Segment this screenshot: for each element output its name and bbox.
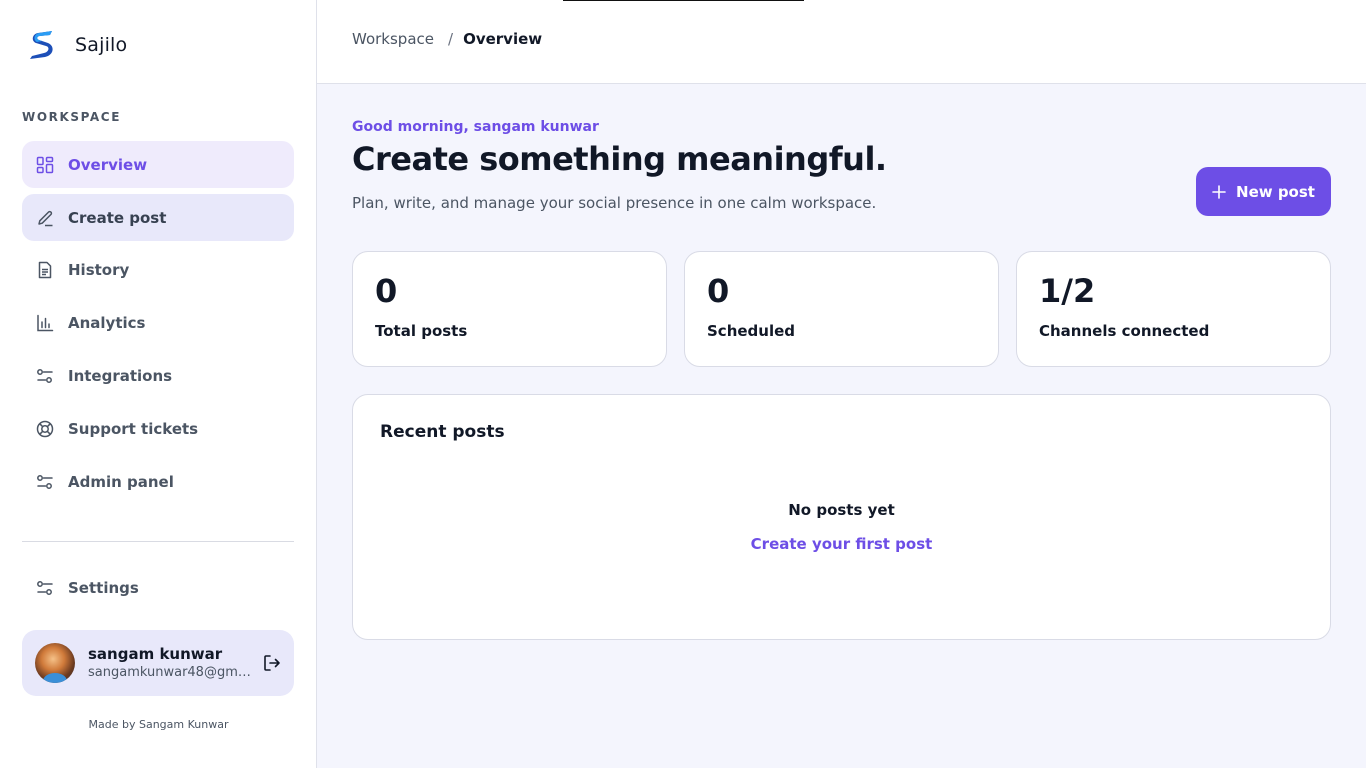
document-icon [38, 261, 52, 278]
stat-label: Channels connected [1039, 322, 1210, 340]
user-card[interactable]: sangam kunwar sangamkunwar48@gma... [22, 630, 294, 696]
sidebar-item-label: Settings [68, 578, 139, 597]
user-info: sangam kunwar sangamkunwar48@gma... [88, 644, 258, 682]
page-subtitle: Plan, write, and manage your social pres… [352, 194, 877, 212]
bar-chart-icon [37, 314, 54, 331]
logout-icon[interactable] [262, 653, 282, 673]
page-title: Create something meaningful. [352, 140, 887, 178]
sliders-icon [37, 580, 53, 595]
stat-value: 1/2 [1039, 272, 1096, 310]
sidebar-item-label: Admin panel [68, 472, 174, 491]
sidebar-item-label: Support tickets [68, 419, 199, 438]
empty-state-title: No posts yet [788, 501, 895, 519]
sidebar-item-label: History [68, 260, 130, 279]
sidebar-item-integrations[interactable]: Integrations [22, 352, 294, 399]
stat-value: 0 [375, 272, 398, 310]
avatar [35, 643, 75, 683]
sidebar-item-label: Overview [68, 155, 148, 174]
topbar: Workspace / Overview [317, 0, 1366, 84]
brand-name: Sajilo [75, 34, 128, 56]
stat-card-scheduled: 0 Scheduled [684, 251, 999, 367]
stat-label: Total posts [375, 322, 468, 340]
stat-card-channels-connected: 1/2 Channels connected [1016, 251, 1331, 367]
grid-icon [36, 156, 54, 173]
new-post-label: New post [1236, 182, 1315, 201]
topbar-accent-line [563, 0, 804, 1]
brand[interactable]: Sajilo [28, 28, 127, 62]
recent-posts-panel: Recent posts No posts yet Create your fi… [352, 394, 1331, 640]
recent-posts-title: Recent posts [380, 422, 505, 442]
stat-value: 0 [707, 272, 730, 310]
made-by-credit: Made by Sangam Kunwar [88, 718, 229, 731]
new-post-button[interactable]: New post [1196, 167, 1331, 216]
user-name: sangam kunwar [88, 645, 223, 663]
greeting: Good morning, sangam kunwar [352, 119, 599, 135]
plus-icon [1212, 184, 1226, 199]
stat-label: Scheduled [707, 322, 796, 340]
breadcrumb-separator: / [448, 30, 454, 48]
create-first-post-link: Create your first post [353, 535, 1330, 553]
create-first-post-link-text[interactable]: Create your first post [751, 535, 933, 553]
sidebar-divider [22, 541, 294, 542]
sidebar-item-support-tickets[interactable]: Support tickets [22, 405, 294, 452]
sidebar-item-settings[interactable]: Settings [22, 564, 294, 611]
sidebar-item-admin-panel[interactable]: Admin panel [22, 458, 294, 505]
sidebar-item-label: Analytics [68, 313, 146, 332]
pencil-icon [38, 210, 53, 226]
sidebar-item-label: Create post [68, 208, 167, 227]
lifebuoy-icon [36, 420, 54, 437]
sidebar-item-create-post[interactable]: Create post [22, 194, 294, 241]
sidebar-item-analytics[interactable]: Analytics [22, 299, 294, 346]
sidebar-item-overview[interactable]: Overview [22, 141, 294, 188]
breadcrumb-current: Overview [463, 30, 543, 48]
sajilo-logo-icon [30, 31, 53, 59]
sliders-icon [37, 368, 53, 383]
sliders-icon [37, 474, 53, 489]
sidebar: Sajilo WORKSPACE Overview Create post Hi… [0, 0, 317, 768]
workspace-section-label: WORKSPACE [22, 110, 122, 124]
sidebar-item-history[interactable]: History [22, 246, 294, 293]
sidebar-item-label: Integrations [68, 366, 173, 385]
stat-card-total-posts: 0 Total posts [352, 251, 667, 367]
breadcrumb: Workspace / Overview [352, 30, 542, 48]
user-email: sangamkunwar48@gma... [88, 665, 258, 680]
breadcrumb-workspace[interactable]: Workspace [352, 30, 434, 48]
